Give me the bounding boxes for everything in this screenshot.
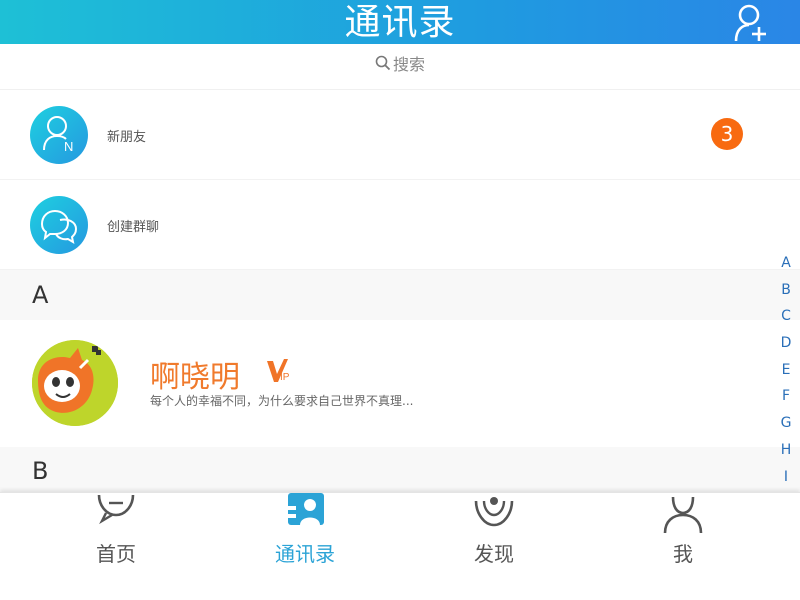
index-letter-h[interactable]: H — [778, 437, 794, 464]
alphabet-index[interactable]: A B C D E F G H I — [778, 250, 794, 490]
contact-row[interactable]: 啊晓明 IP 每个人的幸福不同，为什么要求自己世界不真理... — [0, 320, 800, 447]
tab-home-label: 首页 — [96, 542, 136, 566]
tab-discover-label: 发现 — [474, 542, 514, 566]
add-user-icon — [734, 4, 766, 42]
group-chat-icon — [40, 209, 78, 245]
contacts-icon — [285, 493, 325, 535]
tab-home[interactable]: 首页 — [56, 493, 176, 600]
search-icon — [375, 55, 391, 71]
vip-icon: IP — [267, 359, 290, 383]
contact-signature: 每个人的幸福不同，为什么要求自己世界不真理... — [150, 394, 414, 408]
tab-contacts[interactable]: 通讯录 — [245, 493, 365, 600]
section-header-b: B — [0, 447, 800, 492]
section-header-a: A — [0, 270, 800, 320]
tab-contacts-label: 通讯录 — [275, 542, 335, 566]
svg-text:IP: IP — [280, 372, 290, 383]
user-n-icon: N — [43, 116, 73, 154]
cartoon-avatar-icon — [32, 340, 118, 426]
search-bar[interactable]: 搜索 — [0, 44, 800, 90]
avatar — [32, 340, 118, 426]
contact-name: 啊晓明 — [150, 360, 240, 395]
new-friends-row[interactable]: N 新朋友 — [0, 90, 800, 180]
index-letter-c[interactable]: C — [778, 303, 794, 330]
person-icon — [663, 493, 703, 535]
index-letter-g[interactable]: G — [778, 410, 794, 437]
search-input[interactable]: 搜索 — [375, 51, 425, 75]
bottom-tab-bar: 首页 通讯录 发现 我 — [0, 492, 800, 600]
new-friends-badge: 3 — [711, 118, 743, 150]
svg-text:N: N — [64, 139, 73, 154]
tab-me[interactable]: 我 — [623, 493, 743, 600]
index-letter-d[interactable]: D — [778, 330, 794, 357]
index-letter-a[interactable]: A — [778, 250, 794, 277]
chat-bubble-icon — [96, 493, 136, 535]
index-letter-f[interactable]: F — [778, 383, 794, 410]
tab-discover[interactable]: 发现 — [434, 493, 554, 600]
create-group-chat-row[interactable]: 创建群聊 — [0, 180, 800, 270]
page-title: 通讯录 — [344, 2, 456, 43]
discover-icon — [474, 493, 514, 535]
create-group-chat-avatar — [30, 196, 88, 254]
index-letter-e[interactable]: E — [778, 357, 794, 384]
new-friends-label: 新朋友 — [107, 130, 147, 145]
search-placeholder: 搜索 — [392, 55, 425, 74]
add-friend-button[interactable] — [732, 3, 770, 43]
create-group-chat-label: 创建群聊 — [107, 220, 160, 235]
index-letter-b[interactable]: B — [778, 277, 794, 304]
index-letter-i[interactable]: I — [778, 464, 794, 491]
tab-me-label: 我 — [673, 542, 693, 566]
new-friends-avatar: N — [30, 106, 88, 164]
app-header: 通讯录 — [0, 0, 800, 44]
